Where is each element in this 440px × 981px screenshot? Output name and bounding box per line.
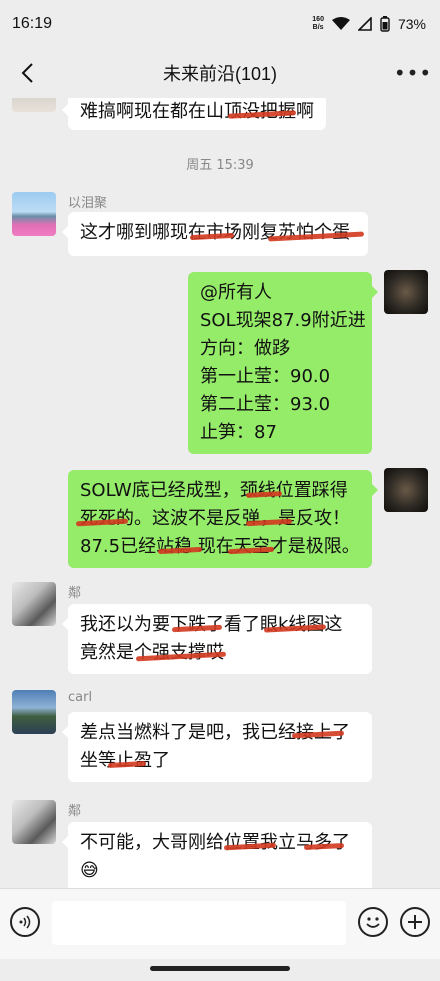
status-bar: 16:19 160 B/s 73% (0, 0, 440, 48)
battery-icon (380, 16, 390, 32)
avatar[interactable] (12, 192, 56, 236)
voice-icon (19, 915, 31, 929)
message-bubble[interactable]: 难搞啊现在都在山顶没把握啊 (62, 98, 326, 130)
sender-name: 鄰 (68, 586, 82, 601)
input-bar (0, 888, 440, 959)
sender-name: 以泪聚 (68, 196, 108, 211)
message-bubble[interactable]: SOLW底已经成型，颈线位置踩得 死死的。这波不是反弹，是反攻！ 87.5已经站… (68, 470, 378, 568)
message-bubble[interactable]: 这才哪到哪现在市场刚复苏怕个蛋 (62, 212, 368, 256)
message-list[interactable]: 难搞啊现在都在山顶没把握啊 周五 15:39 以泪聚 这才哪到哪现在市场刚复苏怕… (0, 98, 440, 888)
avatar[interactable] (12, 98, 56, 112)
more-icon: ••• (393, 61, 433, 85)
avatar[interactable] (384, 270, 428, 314)
timestamp: 周五 15:39 (186, 158, 254, 173)
plus-icon (408, 915, 422, 929)
emoji-button[interactable] (358, 907, 388, 937)
message-bubble[interactable]: 差点当燃料了是吧，我已经接上了 坐等止盈了 (62, 712, 372, 782)
chat-title: 未来前沿(101) (162, 64, 278, 84)
plus-button[interactable] (400, 907, 430, 937)
message-bubble[interactable]: @所有人 SOL现架87.9附近进 方向：做跢 第一止莹：90.0 第二止莹：9… (188, 272, 378, 454)
message-bubble[interactable]: 不可能，大哥刚给位置我立马多了 😅 (62, 822, 372, 888)
voice-button[interactable] (10, 907, 40, 937)
avatar[interactable] (12, 800, 56, 844)
chat-header: 未来前沿(101) ••• (0, 48, 440, 98)
network-speed: 160 B/s (312, 16, 324, 31)
status-time: 16:19 (12, 15, 53, 32)
more-button[interactable]: ••• (393, 56, 433, 90)
sender-name: carl (68, 690, 93, 705)
home-indicator[interactable] (150, 966, 290, 971)
avatar[interactable] (384, 468, 428, 512)
message-bubble[interactable]: 我还以为要下跌了看了眼k线图这 竟然是个强支撑哎 (62, 604, 372, 674)
emoji-icon (366, 917, 380, 928)
message-input[interactable] (52, 901, 346, 945)
avatar[interactable] (12, 690, 56, 734)
wifi-icon (331, 17, 350, 30)
sender-name: 鄰 (68, 804, 82, 819)
battery-percent: 73% (397, 16, 426, 32)
back-button[interactable] (10, 56, 44, 90)
chevron-left-icon (21, 63, 33, 83)
avatar[interactable] (12, 582, 56, 626)
signal-icon (357, 17, 372, 31)
status-icons: 160 B/s 73% (312, 16, 426, 32)
